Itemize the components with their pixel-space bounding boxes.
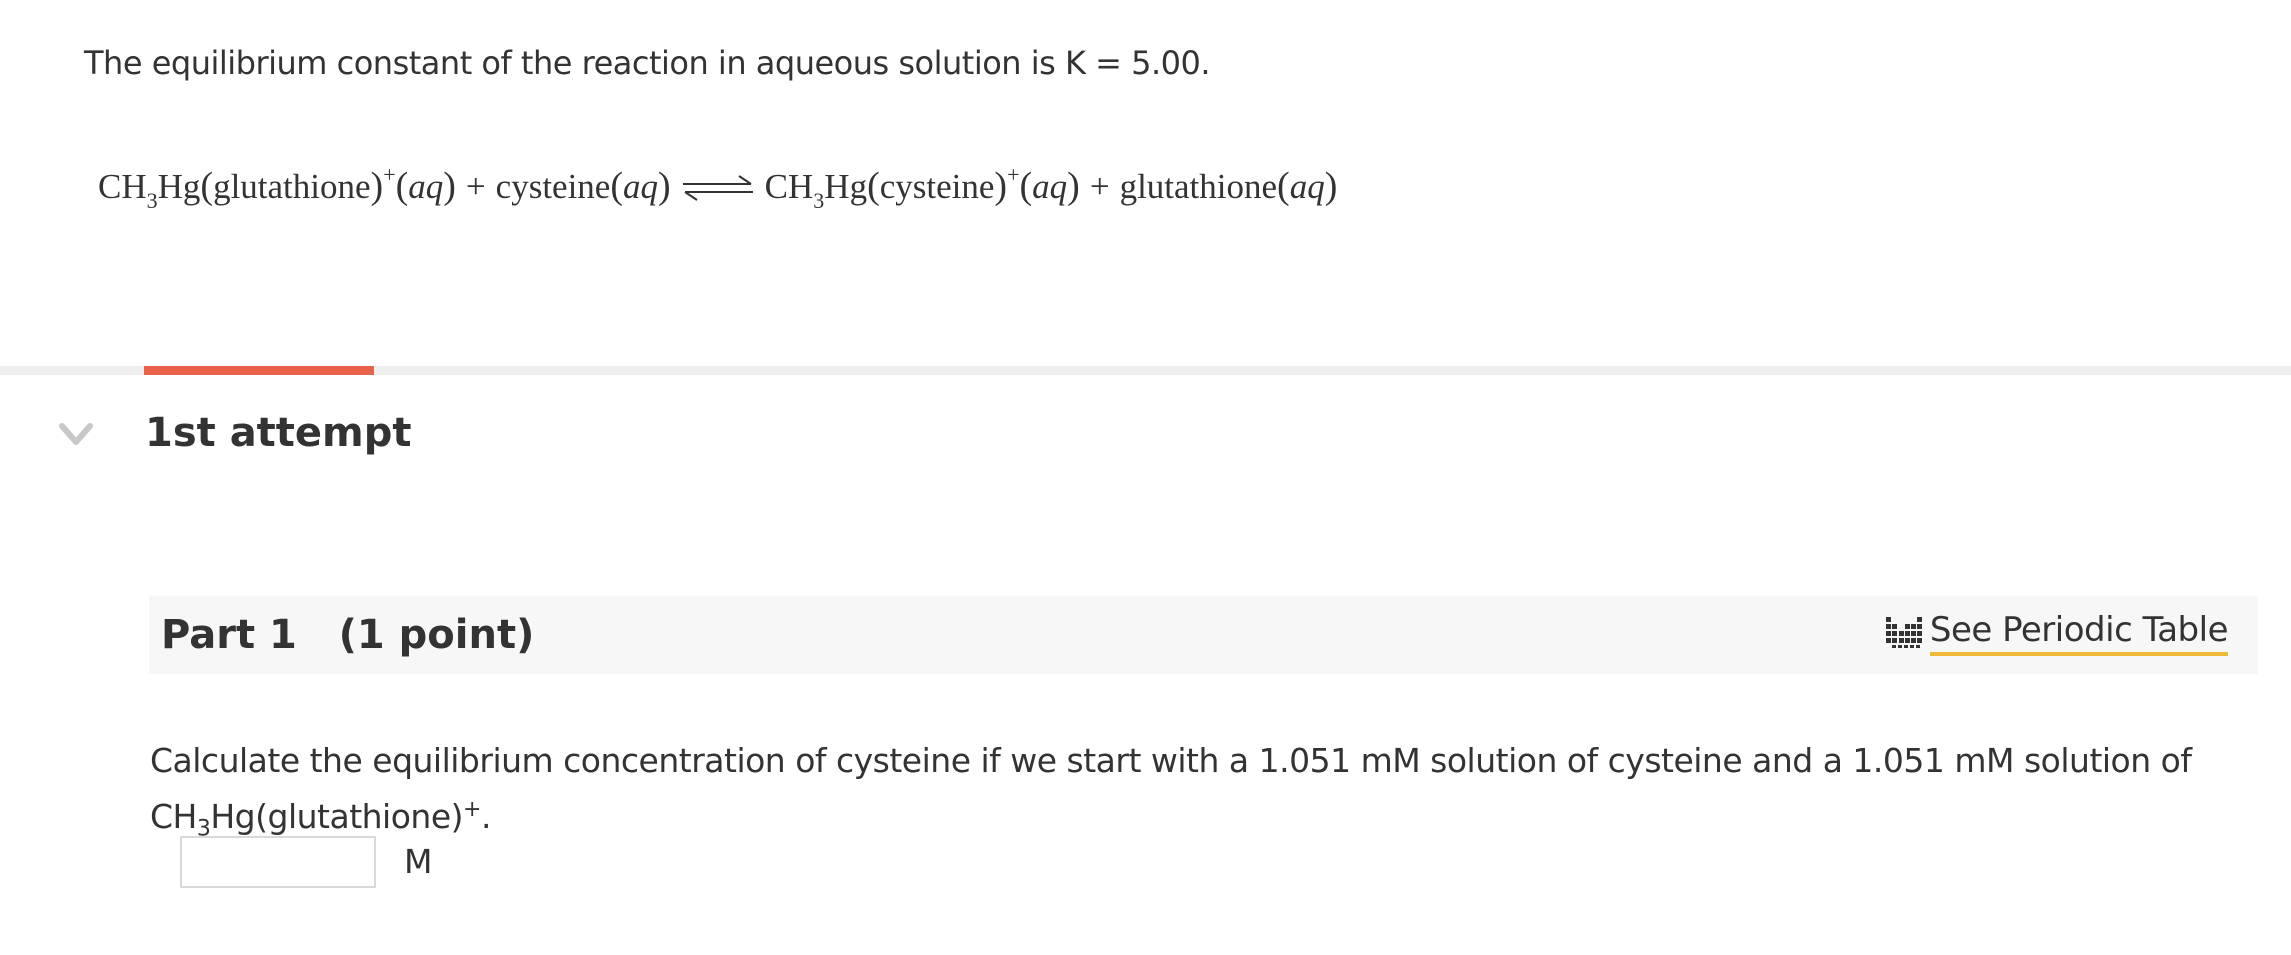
answer-input[interactable]: [180, 836, 376, 888]
attempt-tab-indicator: [144, 366, 374, 375]
attempt-title[interactable]: 1st attempt: [145, 410, 411, 456]
reactant-1: CH3Hg(glutathione)+(aq): [98, 162, 456, 213]
problem-statement: The equilibrium constant of the reaction…: [84, 44, 1211, 82]
reactant-2: cysteine(aq): [495, 165, 671, 207]
plus-sign: +: [1089, 167, 1110, 206]
reaction-equation: CH3Hg(glutathione)+(aq) + cysteine(aq) C…: [98, 162, 1338, 213]
part-header: Part 1 (1 point) See Periodic Table: [149, 596, 2258, 674]
part-title: Part 1 (1 point): [161, 612, 534, 658]
part-points: (1 point): [338, 612, 535, 658]
part-number: Part 1: [161, 612, 297, 658]
chevron-down-icon[interactable]: [58, 420, 94, 450]
periodic-table-link[interactable]: See Periodic Table: [1885, 610, 2229, 656]
plus-sign: +: [465, 167, 486, 206]
answer-unit: M: [404, 842, 433, 881]
product-2: glutathione(aq): [1119, 165, 1338, 207]
periodic-table-label[interactable]: See Periodic Table: [1929, 610, 2229, 656]
product-1: CH3Hg(cysteine)+(aq): [764, 162, 1080, 213]
equilibrium-arrows-icon: [682, 175, 753, 201]
question-text: Calculate the equilibrium concentration …: [150, 741, 2192, 842]
periodic-table-icon: [1885, 617, 1922, 648]
